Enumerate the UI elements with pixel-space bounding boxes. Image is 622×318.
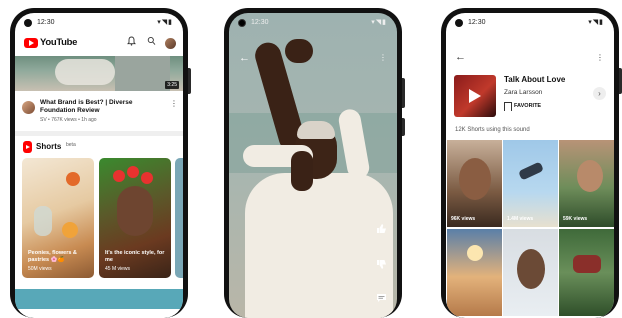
video-meta: SV • 767K views • 1h ago [40, 117, 97, 123]
status-icons: ▾◥▮ [588, 19, 604, 26]
bookmark-icon[interactable] [504, 102, 512, 111]
like-icon[interactable] [376, 223, 387, 237]
home-screen: 12:30 ▾◥▮ YouTube 3:25 What Brand is Bes… [15, 13, 183, 318]
cake-shape [573, 255, 601, 273]
power-button [402, 118, 405, 136]
account-avatar[interactable] [165, 38, 176, 49]
phone-shorts-player: 12:30 ▾◥▮ ← ⋮ [224, 8, 405, 318]
folded-hand-shape [291, 151, 313, 191]
short-thumbnail[interactable] [503, 229, 558, 316]
face-shape [459, 158, 491, 200]
shorts-screen: 12:30 ▾◥▮ ← ⋮ [229, 13, 397, 318]
status-time: 12:30 [251, 19, 269, 26]
sound-screen: 12:30 ▾◥▮ ← ⋮ Talk About Love Zara Larss… [446, 13, 614, 318]
camera-icon [24, 19, 32, 27]
youtube-logo-icon[interactable] [24, 38, 38, 48]
face-shape [517, 249, 545, 289]
phone-sound-page: 12:30 ▾◥▮ ← ⋮ Talk About Love Zara Larss… [441, 8, 622, 318]
pastry-shape [62, 222, 78, 238]
short-views: 96K views [451, 216, 476, 222]
short-views: 45 M views [105, 266, 131, 272]
flower-shape [113, 170, 125, 182]
short-thumbnail[interactable]: 59K views [559, 140, 614, 227]
short-views: 59K views [563, 216, 588, 222]
short-thumbnail[interactable]: 1.4M views [503, 140, 558, 227]
short-card[interactable]: Peonies, flowers & pastries 🌸🍊 50M views [22, 158, 94, 278]
short-card-peek[interactable] [175, 158, 183, 278]
brand-name[interactable]: YouTube [40, 37, 77, 48]
status-time: 12:30 [468, 19, 486, 26]
status-bar: 12:30 ▾◥▮ [15, 13, 183, 33]
flower-shape [127, 166, 139, 178]
flower-shape [141, 172, 153, 184]
play-icon [469, 89, 481, 103]
skater-shape [518, 161, 544, 181]
app-header: YouTube [15, 33, 183, 55]
bell-icon[interactable] [127, 36, 136, 49]
orange-fruit-shape [66, 172, 80, 186]
raised-hand-shape [285, 39, 313, 63]
short-caption: Peonies, flowers & pastries 🌸🍊 [28, 250, 77, 263]
short-thumbnail[interactable] [447, 229, 502, 316]
person-face-shape [117, 186, 153, 236]
short-thumbnail[interactable]: 96K views [447, 140, 502, 227]
more-vert-icon[interactable]: ⋮ [379, 53, 387, 62]
favorite-button[interactable]: FAVORITE [514, 103, 541, 109]
sound-title: Talk About Love [504, 75, 566, 84]
short-caption: It's the iconic style, for me [105, 250, 165, 263]
short-thumbnail[interactable] [559, 229, 614, 316]
vase-shape [34, 206, 52, 236]
camera-icon [238, 19, 246, 27]
back-arrow-icon[interactable]: ← [455, 51, 466, 63]
dancer-hair-shape [297, 121, 335, 139]
artist-name[interactable]: Zara Larsson [504, 89, 542, 96]
phone-home-feed: 12:30 ▾◥▮ YouTube 3:25 What Brand is Bes… [10, 8, 191, 318]
next-thumbnail[interactable] [15, 289, 183, 309]
video-thumbnail[interactable]: 3:25 [15, 56, 183, 91]
status-bar: 12:30 ▾◥▮ [446, 13, 614, 33]
sun-shape [467, 245, 483, 261]
comments-icon[interactable] [376, 293, 387, 306]
shorts-heading: Shorts [36, 142, 62, 151]
short-views: 1.4M views [507, 216, 534, 222]
camera-icon [455, 19, 463, 27]
more-vert-icon[interactable]: ⋮ [596, 53, 604, 62]
white-jacket-shape [245, 173, 393, 318]
volume-button [402, 78, 405, 108]
short-views: 50M views [28, 266, 52, 272]
video-duration: 3:25 [165, 81, 179, 89]
channel-avatar[interactable] [22, 101, 35, 114]
search-icon[interactable] [147, 36, 156, 49]
status-time: 12:30 [37, 19, 55, 26]
shorts-icon [23, 141, 32, 153]
video-title[interactable]: What Brand is Best? | Diverse Foundation… [40, 99, 168, 115]
beta-badge: beta [66, 142, 76, 148]
thumbnail-subject [55, 59, 115, 85]
shorts-count: 12K Shorts using this sound [455, 127, 530, 133]
volume-button [188, 68, 191, 94]
status-bar: 12:30 ▾◥▮ [229, 13, 397, 33]
chevron-right-icon[interactable]: › [593, 87, 606, 100]
dislike-icon[interactable] [376, 259, 387, 273]
back-arrow-icon[interactable]: ← [239, 52, 250, 64]
short-card[interactable]: It's the iconic style, for me 45 M views [99, 158, 171, 278]
status-icons: ▾◥▮ [157, 19, 173, 26]
section-divider [15, 131, 183, 136]
face-shape [577, 160, 603, 192]
status-icons: ▾◥▮ [371, 19, 387, 26]
thumbnail-background [115, 56, 170, 91]
album-art[interactable] [454, 75, 496, 117]
more-vert-icon[interactable]: ⋮ [170, 99, 178, 108]
